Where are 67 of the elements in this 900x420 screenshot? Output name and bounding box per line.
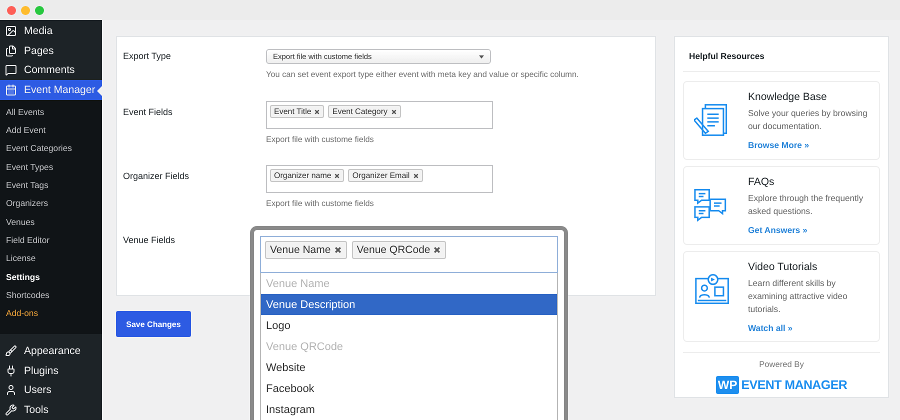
menu-item[interactable]: Users xyxy=(0,380,102,400)
menu-item[interactable]: Tools xyxy=(0,400,102,420)
selected-tag: Organizer name xyxy=(270,169,344,182)
selected-tag: Venue Name xyxy=(265,241,347,259)
menu-item[interactable]: Media xyxy=(0,21,102,41)
submenu-item[interactable]: Event Categories xyxy=(0,139,102,158)
menu-icon xyxy=(5,404,17,416)
tag-input-field[interactable]: Venue Name Venue QRCode xyxy=(260,236,558,273)
submenu-item[interactable]: Add-ons xyxy=(0,304,102,322)
remove-icon[interactable] xyxy=(314,108,320,114)
powered-by-text: Powered By xyxy=(759,359,804,369)
logo-text: EVENT MANAGER xyxy=(741,378,848,392)
field-label: Venue Fields xyxy=(123,235,176,245)
save-changes-button[interactable]: Save Changes xyxy=(116,311,191,337)
remove-icon[interactable] xyxy=(390,108,396,114)
menu-icon xyxy=(5,384,17,396)
submenu-item[interactable]: Event Tags xyxy=(0,176,102,194)
submenu-item[interactable]: Organizers xyxy=(0,194,102,212)
panel-title: Helpful Resources xyxy=(683,37,880,72)
help-text: You can set event export type either event with meta key and value or specific column. xyxy=(266,70,579,79)
logo-mark: WP xyxy=(716,376,740,394)
resource-title: Knowledge Base xyxy=(748,91,828,103)
field-label: Event Fields xyxy=(123,107,173,117)
resource-description: Explore through the frequently asked questions. xyxy=(748,192,864,218)
tag-input-field[interactable]: Organizer name Organizer Email xyxy=(266,165,493,193)
menu-item[interactable]: Pages xyxy=(0,40,102,60)
menu-icon xyxy=(5,345,17,358)
tag-input-field[interactable]: Event Title Event Category xyxy=(266,101,493,129)
menu-icon xyxy=(5,64,17,76)
selected-tag: Organizer Email xyxy=(348,169,423,182)
resource-description: Learn different skills by examining attractive video tutorials. xyxy=(748,277,848,316)
menu-icon xyxy=(5,84,17,96)
field-label: Export Type xyxy=(123,51,171,61)
remove-icon[interactable] xyxy=(412,172,419,178)
submenu-item[interactable]: Event Types xyxy=(0,158,102,176)
selected-tag: Event Title xyxy=(270,105,324,118)
resource-link[interactable]: Get Answers » xyxy=(748,225,873,235)
submenu-item[interactable]: Add Event xyxy=(0,120,102,140)
help-text: Export file with custome fields xyxy=(266,199,375,208)
menu-icon xyxy=(5,24,17,37)
resource-link[interactable]: Watch all » xyxy=(748,323,873,333)
resource-title: Video Tutorials xyxy=(748,261,818,273)
menu-item[interactable]: Plugins xyxy=(0,360,102,381)
remove-icon[interactable] xyxy=(334,172,340,178)
selected-tag: Event Category xyxy=(328,105,400,118)
menu-icon xyxy=(5,44,17,56)
resource-description: Solve your queries by browsing our documentation. xyxy=(748,107,868,133)
submenu-item[interactable]: Settings xyxy=(0,267,102,286)
submenu-item[interactable]: Field Editor xyxy=(0,230,102,250)
submenu-item[interactable]: License xyxy=(0,249,102,268)
submenu-item[interactable]: Venues xyxy=(0,212,102,231)
menu-icon xyxy=(5,364,17,377)
remove-icon[interactable] xyxy=(334,246,342,254)
close-window-icon[interactable] xyxy=(7,6,16,14)
resource-link[interactable]: Browse More » xyxy=(748,140,873,150)
dropdown-option[interactable]: Venue Description xyxy=(261,294,557,315)
submenu-item[interactable]: Shortcodes xyxy=(0,286,102,304)
remove-icon[interactable] xyxy=(433,246,442,254)
menu-item[interactable]: Appearance xyxy=(0,341,102,361)
field-label: Organizer Fields xyxy=(123,171,190,181)
help-text: Export file with custome fields xyxy=(266,135,375,144)
menu-item[interactable]: Event Manager xyxy=(0,80,102,100)
caret-icon xyxy=(479,54,484,58)
resource-title: FAQs xyxy=(748,176,776,188)
submenu-item[interactable]: All Events xyxy=(0,102,102,121)
selected-tag: Venue QRCode xyxy=(352,241,446,259)
menu-item[interactable]: Comments xyxy=(0,60,102,80)
